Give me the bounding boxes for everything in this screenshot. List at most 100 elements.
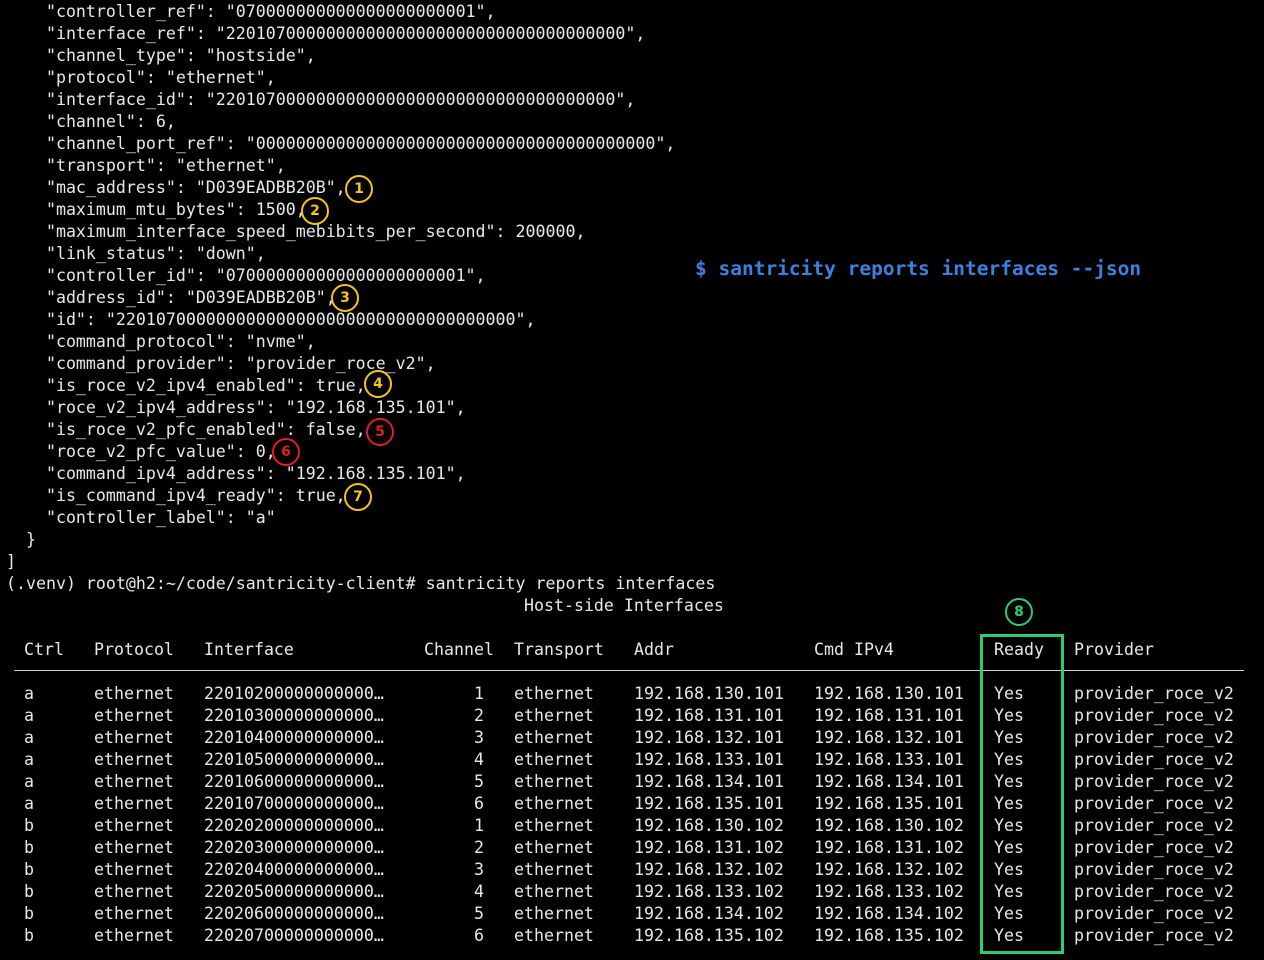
cell-addr: 192.168.131.102 [634,838,784,857]
cell-ctrl: b [24,816,34,835]
cell-cmd-ipv4: 192.168.134.102 [814,904,964,923]
cell-transport: ethernet [514,860,594,879]
callout-badge-4: 4 [364,370,392,398]
cell-interface: 22020200000000000… [204,816,384,835]
callout-badge-7: 7 [344,483,372,511]
cell-ctrl: a [24,684,34,703]
cell-addr: 192.168.135.102 [634,926,784,945]
column-header-transport: Transport [514,640,604,659]
callout-badge-3: 3 [331,284,359,312]
cell-interface: 22010700000000000… [204,794,384,813]
cell-channel: 6 [474,794,484,813]
cell-channel: 1 [474,816,484,835]
cell-cmd-ipv4: 192.168.130.101 [814,684,964,703]
command-annotation: $ santricity reports interfaces --json [695,257,1142,280]
cell-protocol: ethernet [94,904,174,923]
cell-ctrl: a [24,706,34,725]
callout-badge-1: 1 [345,175,373,203]
cell-transport: ethernet [514,882,594,901]
cell-ctrl: a [24,728,34,747]
cell-provider: provider_roce_v2 [1074,926,1234,945]
cell-transport: ethernet [514,904,594,923]
cell-provider: provider_roce_v2 [1074,882,1234,901]
cell-provider: provider_roce_v2 [1074,816,1234,835]
cell-interface: 22020400000000000… [204,860,384,879]
interfaces-table: Ctrl Protocol Interface Channel Transport Add… [0,0,1264,960]
cell-ctrl: b [24,838,34,857]
column-header-provider: Provider [1074,640,1154,659]
cell-provider: provider_roce_v2 [1074,706,1234,725]
cell-protocol: ethernet [94,794,174,813]
cell-interface: 22010400000000000… [204,728,384,747]
callout-badge-6: 6 [272,438,300,466]
column-header-addr: Addr [634,640,674,659]
cell-ctrl: a [24,772,34,791]
cell-transport: ethernet [514,750,594,769]
cell-interface: 22010600000000000… [204,772,384,791]
cell-ctrl: a [24,750,34,769]
column-header-protocol: Protocol [94,640,174,659]
cell-protocol: ethernet [94,728,174,747]
cell-provider: provider_roce_v2 [1074,838,1234,857]
cell-channel: 1 [474,684,484,703]
cell-addr: 192.168.132.102 [634,860,784,879]
cell-protocol: ethernet [94,838,174,857]
cell-ctrl: a [24,794,34,813]
terminal-window[interactable]: "controller_ref": "070000000000000000000… [0,0,1264,960]
cell-addr: 192.168.131.101 [634,706,784,725]
column-header-interface: Interface [204,640,294,659]
cell-interface: 22020700000000000… [204,926,384,945]
cell-interface: 22020300000000000… [204,838,384,857]
cell-channel: 2 [474,706,484,725]
cell-cmd-ipv4: 192.168.132.101 [814,728,964,747]
cell-addr: 192.168.130.102 [634,816,784,835]
cell-interface: 22010200000000000… [204,684,384,703]
cell-addr: 192.168.134.102 [634,904,784,923]
cell-protocol: ethernet [94,860,174,879]
cell-addr: 192.168.135.101 [634,794,784,813]
cell-cmd-ipv4: 192.168.133.102 [814,882,964,901]
callout-badge-8: 8 [1005,598,1033,626]
column-header-channel: Channel [424,640,494,659]
callout-badge-5: 5 [366,418,394,446]
cell-provider: provider_roce_v2 [1074,750,1234,769]
cell-provider: provider_roce_v2 [1074,904,1234,923]
cell-cmd-ipv4: 192.168.134.101 [814,772,964,791]
cell-addr: 192.168.133.101 [634,750,784,769]
cell-cmd-ipv4: 192.168.133.101 [814,750,964,769]
cell-channel: 4 [474,750,484,769]
cell-provider: provider_roce_v2 [1074,794,1234,813]
cell-transport: ethernet [514,816,594,835]
cell-ctrl: b [24,926,34,945]
cell-addr: 192.168.133.102 [634,882,784,901]
cell-transport: ethernet [514,772,594,791]
cell-protocol: ethernet [94,816,174,835]
cell-protocol: ethernet [94,684,174,703]
cell-interface: 22020500000000000… [204,882,384,901]
cell-addr: 192.168.134.101 [634,772,784,791]
cell-provider: provider_roce_v2 [1074,860,1234,879]
cell-channel: 5 [474,904,484,923]
cell-interface: 22010500000000000… [204,750,384,769]
cell-provider: provider_roce_v2 [1074,684,1234,703]
cell-transport: ethernet [514,684,594,703]
cell-channel: 3 [474,728,484,747]
cell-ctrl: b [24,882,34,901]
cell-provider: provider_roce_v2 [1074,728,1234,747]
cell-interface: 22020600000000000… [204,904,384,923]
column-header-ctrl: Ctrl [24,640,64,659]
cell-channel: 2 [474,838,484,857]
cell-cmd-ipv4: 192.168.135.101 [814,794,964,813]
cell-protocol: ethernet [94,772,174,791]
cell-addr: 192.168.130.101 [634,684,784,703]
cell-addr: 192.168.132.101 [634,728,784,747]
cell-channel: 3 [474,860,484,879]
cell-cmd-ipv4: 192.168.130.102 [814,816,964,835]
cell-protocol: ethernet [94,926,174,945]
callout-badge-2: 2 [301,197,329,225]
cell-protocol: ethernet [94,706,174,725]
cell-transport: ethernet [514,728,594,747]
cell-channel: 4 [474,882,484,901]
cell-transport: ethernet [514,794,594,813]
cell-protocol: ethernet [94,750,174,769]
